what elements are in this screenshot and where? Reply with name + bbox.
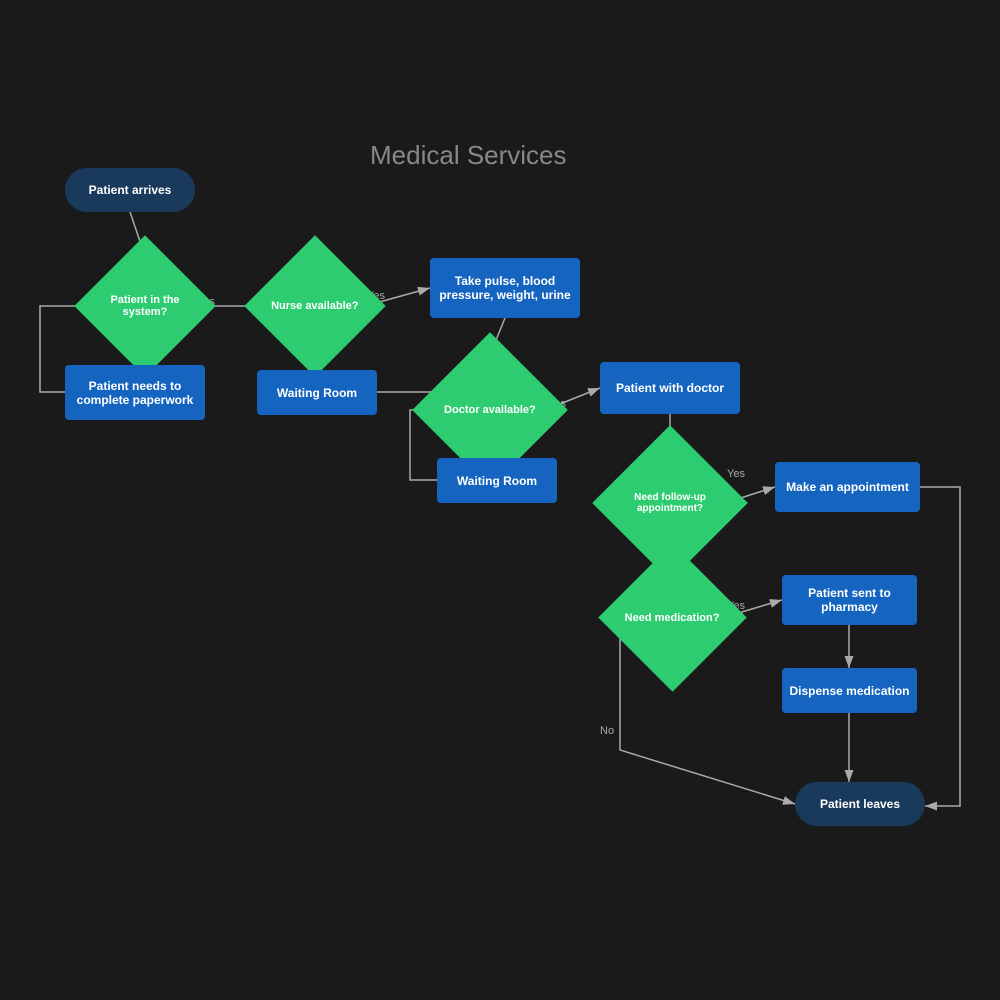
dispense-medication-node: Dispense medication bbox=[782, 668, 917, 713]
need-medication-label: Need medication? bbox=[621, 608, 724, 628]
patient-leaves-label: Patient leaves bbox=[820, 797, 900, 811]
nurse-available-node: Nurse available? bbox=[244, 235, 385, 376]
waiting-room-1-node: Waiting Room bbox=[257, 370, 377, 415]
title: Medical Services bbox=[370, 140, 567, 171]
make-appointment-label: Make an appointment bbox=[786, 480, 909, 494]
need-medication-node: Need medication? bbox=[598, 543, 746, 691]
waiting-room-1-label: Waiting Room bbox=[277, 386, 357, 400]
patient-doctor-label: Patient with doctor bbox=[616, 381, 724, 395]
patient-pharmacy-label: Patient sent to pharmacy bbox=[782, 586, 917, 614]
take-pulse-node: Take pulse, blood pressure, weight, urin… bbox=[430, 258, 580, 318]
waiting-room-2-label: Waiting Room bbox=[457, 474, 537, 488]
make-appointment-node: Make an appointment bbox=[775, 462, 920, 512]
nurse-available-label: Nurse available? bbox=[267, 296, 362, 316]
patient-pharmacy-node: Patient sent to pharmacy bbox=[782, 575, 917, 625]
yes-label-4: Yes bbox=[727, 468, 745, 480]
patient-arrives-node: Patient arrives bbox=[65, 168, 195, 212]
patient-paperwork-label: Patient needs to complete paperwork bbox=[65, 379, 205, 407]
dispense-medication-label: Dispense medication bbox=[789, 684, 909, 698]
patient-in-system-node: Patient in the system? bbox=[74, 235, 215, 376]
patient-paperwork-node: Patient needs to complete paperwork bbox=[65, 365, 205, 420]
need-followup-label: Need follow-up appointment? bbox=[615, 488, 725, 518]
patient-arrives-label: Patient arrives bbox=[89, 183, 172, 197]
waiting-room-2-node: Waiting Room bbox=[437, 458, 557, 503]
patient-leaves-node: Patient leaves bbox=[795, 782, 925, 826]
patient-in-system-label: Patient in the system? bbox=[95, 290, 195, 322]
no-label-5: No bbox=[600, 725, 614, 737]
take-pulse-label: Take pulse, blood pressure, weight, urin… bbox=[430, 274, 580, 302]
doctor-available-label: Doctor available? bbox=[440, 400, 540, 420]
patient-doctor-node: Patient with doctor bbox=[600, 362, 740, 414]
